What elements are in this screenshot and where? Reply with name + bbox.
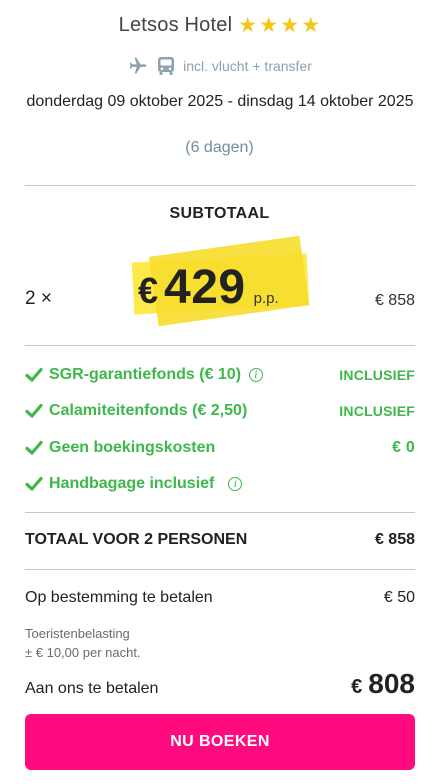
book-now-button[interactable]: NU BOEKEN	[25, 714, 415, 770]
info-icon[interactable]: i	[228, 477, 243, 491]
includes-text: incl. vlucht + transfer	[183, 58, 312, 74]
amount-due: €808	[351, 668, 415, 700]
divider	[25, 185, 415, 186]
hotel-name: Letsos Hotel	[118, 14, 233, 36]
price-unit: p.p.	[253, 290, 279, 307]
inclusion-label: Handbagage inclusief	[49, 475, 215, 492]
price-value: 429	[164, 261, 246, 314]
destination-value: € 50	[383, 589, 415, 606]
star-icon: ★	[238, 14, 258, 37]
amount-due-label: Aan ons te betalen	[25, 680, 159, 697]
inclusion-item: SGR-garantiefonds (€ 10) i INCLUSIEF	[25, 364, 415, 386]
total-row: TOTAAL VOOR 2 PERSONEN € 858	[25, 531, 415, 549]
inclusion-value: € 0	[392, 439, 415, 456]
inclusion-item: Handbagage inclusief i	[25, 473, 415, 495]
travel-includes: incl. vlucht + transfer	[0, 56, 439, 76]
inclusion-value: INCLUSIEF	[339, 367, 415, 383]
hotel-title: Letsos Hotel ★ ★ ★ ★	[119, 14, 321, 37]
bus-icon	[158, 57, 175, 75]
tax-note-title: Toeristenbelasting	[25, 626, 130, 641]
price-text: € 429 p.p.	[138, 260, 279, 315]
amount-due-row: Aan ons te betalen €808	[25, 668, 415, 700]
inclusion-label: Geen boekingskosten	[49, 439, 216, 456]
destination-payment-row: Op bestemming te betalen € 50	[25, 589, 415, 607]
check-icon	[25, 403, 43, 418]
price-currency: €	[138, 270, 159, 311]
inclusion-item: Calamiteitenfonds (€ 2,50) INCLUSIEF	[25, 400, 415, 422]
subtotal-title: SUBTOTAAL	[169, 205, 270, 222]
check-icon	[25, 476, 43, 491]
trip-duration: (6 dagen)	[185, 139, 254, 156]
line-total: € 858	[374, 292, 415, 309]
plane-icon	[129, 57, 147, 74]
tourist-tax-note: Toeristenbelasting ± € 10,00 per nacht.	[25, 624, 141, 662]
price-per-person: € 429 p.p.	[131, 235, 311, 328]
tax-note-detail: ± € 10,00 per nacht.	[25, 645, 141, 660]
inclusion-label: Calamiteitenfonds (€ 2,50)	[49, 402, 248, 419]
check-icon	[25, 367, 43, 382]
total-value: € 858	[374, 531, 415, 548]
divider	[25, 512, 415, 513]
info-icon[interactable]: i	[249, 368, 264, 382]
amount-due-currency: €	[351, 676, 363, 698]
check-icon	[25, 440, 43, 455]
divider	[25, 345, 415, 346]
inclusion-label: SGR-garantiefonds (€ 10)	[49, 366, 242, 383]
star-icon: ★	[280, 14, 300, 37]
destination-label: Op bestemming te betalen	[25, 589, 213, 606]
amount-due-value: 808	[368, 668, 415, 699]
travel-dates: donderdag 09 oktober 2025 - dinsdag 14 o…	[26, 93, 414, 110]
star-icon: ★	[259, 14, 279, 37]
total-label: TOTAAL VOOR 2 PERSONEN	[25, 531, 248, 548]
star-icon: ★	[301, 14, 321, 37]
divider	[25, 569, 415, 570]
inclusion-value: INCLUSIEF	[339, 403, 415, 419]
star-rating: ★ ★ ★ ★	[238, 15, 320, 36]
person-quantity: 2 ×	[25, 288, 52, 309]
inclusion-item: Geen boekingskosten € 0	[25, 437, 415, 459]
hotel-header: Letsos Hotel ★ ★ ★ ★	[0, 14, 439, 37]
